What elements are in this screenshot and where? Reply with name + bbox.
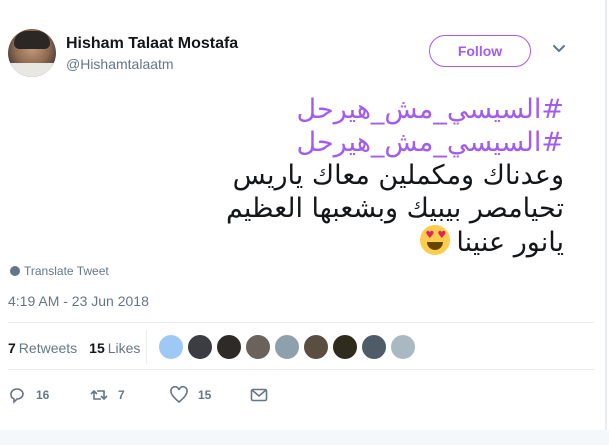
tweet-line: وعدناك ومكملين معاك ياريس	[232, 160, 564, 191]
liker-avatar[interactable]	[274, 334, 300, 360]
like-count: 15	[198, 388, 212, 402]
reply-icon	[10, 388, 24, 404]
liker-avatar[interactable]	[390, 334, 416, 360]
reply-action[interactable]: 16	[8, 386, 49, 404]
retweet-count: 7	[118, 388, 125, 402]
stats-separator	[146, 330, 147, 364]
avatar[interactable]	[8, 29, 56, 77]
bottom-strip	[0, 430, 609, 445]
liker-avatar[interactable]	[245, 334, 271, 360]
tweet-line: تحيامصر بيبيك وبشعبها العظيم	[225, 193, 564, 224]
hashtag-link[interactable]: #السيسي_مش_هيرحل	[44, 93, 564, 126]
retweets-stat[interactable]: 7 Retweets	[8, 340, 77, 356]
liker-avatar[interactable]	[332, 334, 358, 360]
retweet-action[interactable]: 7	[90, 386, 125, 404]
like-action[interactable]: 15	[170, 386, 211, 404]
translate-label: Translate Tweet	[24, 264, 109, 278]
liker-avatar[interactable]	[158, 334, 184, 360]
heart-icon	[170, 386, 188, 404]
globe-icon	[10, 266, 20, 276]
liker-avatar[interactable]	[216, 334, 242, 360]
liker-avatar[interactable]	[187, 334, 213, 360]
envelope-icon	[250, 388, 268, 402]
direct-message-action[interactable]	[250, 386, 278, 404]
heart-eyes-emoji-icon: ♥ ♥	[420, 225, 451, 255]
liker-avatar[interactable]	[303, 334, 329, 360]
reply-count: 16	[36, 388, 50, 402]
divider	[8, 322, 594, 323]
hashtag-link[interactable]: #السيسي_مش_هيرحل	[44, 126, 564, 159]
tweet-line: يانور عنينا ♥ ♥	[44, 225, 564, 259]
tweet-timestamp[interactable]: 4:19 AM - 23 Jun 2018	[8, 293, 149, 309]
chevron-down-icon[interactable]	[552, 44, 566, 54]
divider	[8, 369, 594, 370]
tweet-line-text: يانور عنينا	[456, 227, 564, 258]
panel-border	[605, 0, 607, 445]
follow-button[interactable]: Follow	[429, 35, 531, 67]
tweet-text: #السيسي_مش_هيرحل #السيسي_مش_هيرحل وعدناك…	[44, 93, 564, 259]
author-name[interactable]: Hisham Talaat Mostafa	[66, 35, 238, 53]
likes-stat[interactable]: 15 Likes	[89, 340, 140, 356]
translate-tweet-link[interactable]: Translate Tweet	[10, 264, 109, 278]
tweet-stats: 7 Retweets 15 Likes	[8, 340, 140, 356]
author-handle[interactable]: @Hishamtalaatm	[66, 56, 174, 72]
liker-avatar[interactable]	[361, 334, 387, 360]
retweet-icon	[90, 389, 108, 401]
